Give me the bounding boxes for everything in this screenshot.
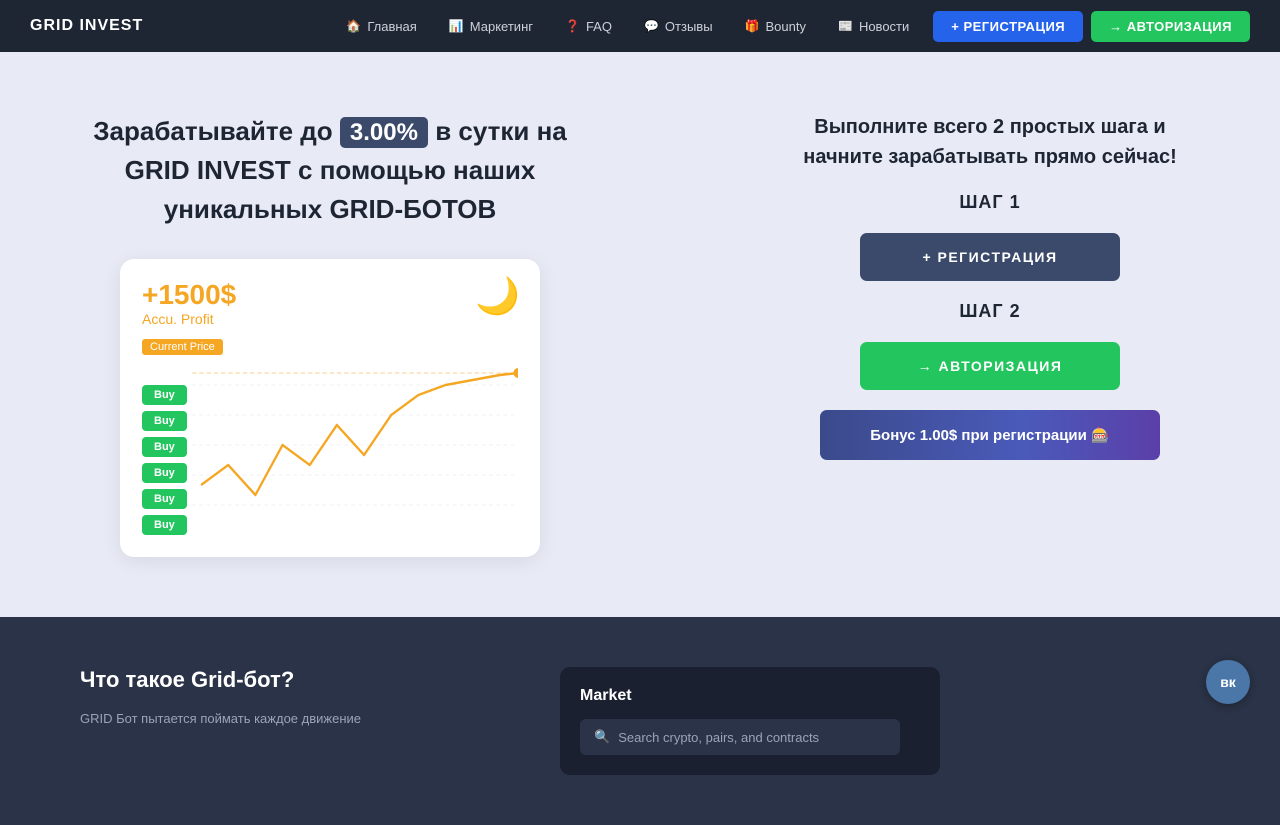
hero-right-title: Выполните всего 2 простых шага и начните… (780, 112, 1200, 172)
hero-title: Зарабатывайте до 3.00% в сутки на GRID I… (80, 112, 580, 229)
nav-reviews[interactable]: 💬 Отзывы (630, 13, 727, 40)
buy-button-6[interactable]: Buy (142, 515, 187, 535)
buy-button-2[interactable]: Buy (142, 411, 187, 431)
nav-register-button[interactable]: + РЕГИСТРАЦИЯ (933, 11, 1083, 42)
price-chart (192, 365, 518, 525)
moon-icon: 🌙 (475, 275, 520, 317)
navbar: GRID INVEST 🏠 Главная 📊 Маркетинг ❓ FAQ … (0, 0, 1280, 52)
card-profit-label: Accu. Profit (142, 311, 518, 327)
card-profit: +1500$ (142, 279, 518, 311)
vk-button[interactable]: вк (1206, 660, 1250, 704)
hero-left: Зарабатывайте до 3.00% в сутки на GRID I… (80, 112, 580, 557)
bottom-section: Что такое Grid-бот? GRID Бот пытается по… (0, 617, 1280, 825)
hero-section: Зарабатывайте до 3.00% в сутки на GRID I… (0, 52, 1280, 617)
bottom-desc: GRID Бот пытается поймать каждое движени… (80, 709, 480, 730)
chart-area: Buy Buy Buy Buy Buy Buy (142, 365, 518, 525)
reviews-icon: 💬 (644, 19, 659, 33)
buy-button-5[interactable]: Buy (142, 489, 187, 509)
market-card: Market 🔍 Search crypto, pairs, and contr… (560, 667, 940, 775)
step1-label: ШАГ 1 (959, 192, 1020, 213)
nav-links: 🏠 Главная 📊 Маркетинг ❓ FAQ 💬 Отзывы 🎁 B… (332, 13, 923, 40)
step2-label: ШАГ 2 (959, 301, 1020, 322)
home-icon: 🏠 (346, 19, 361, 33)
nav-marketing[interactable]: 📊 Маркетинг (435, 13, 547, 40)
bonus-button[interactable]: Бонус 1.00$ при регистрации 🎰 (820, 410, 1160, 460)
trading-card: +1500$ Accu. Profit 🌙 Current Price Buy … (120, 259, 540, 557)
market-title: Market (580, 687, 920, 705)
search-icon: 🔍 (594, 729, 610, 745)
buy-button-4[interactable]: Buy (142, 463, 187, 483)
bottom-right: Market 🔍 Search crypto, pairs, and contr… (560, 667, 940, 775)
current-price-label: Current Price (142, 339, 223, 355)
faq-icon: ❓ (565, 19, 580, 33)
market-search-container: 🔍 Search crypto, pairs, and contracts (580, 719, 900, 755)
bounty-icon: 🎁 (745, 19, 760, 33)
site-logo: GRID INVEST (30, 17, 143, 35)
news-icon: 📰 (838, 19, 853, 33)
bottom-left: Что такое Grid-бот? GRID Бот пытается по… (80, 667, 480, 730)
nav-news[interactable]: 📰 Новости (824, 13, 923, 40)
nav-home[interactable]: 🏠 Главная (332, 13, 430, 40)
step2-auth-button[interactable]: → АВТОРИЗАЦИЯ (860, 342, 1120, 390)
bottom-title: Что такое Grid-бот? (80, 667, 480, 693)
hero-right: Выполните всего 2 простых шага и начните… (780, 112, 1200, 460)
buy-button-3[interactable]: Buy (142, 437, 187, 457)
nav-auth-button[interactable]: → АВТОРИЗАЦИЯ (1091, 11, 1250, 42)
nav-faq[interactable]: ❓ FAQ (551, 13, 626, 40)
market-search-placeholder: Search crypto, pairs, and contracts (618, 730, 819, 745)
marketing-icon: 📊 (449, 19, 464, 33)
buy-buttons: Buy Buy Buy Buy Buy Buy (142, 385, 187, 535)
step1-register-button[interactable]: + РЕГИСТРАЦИЯ (860, 233, 1120, 281)
nav-bounty[interactable]: 🎁 Bounty (731, 13, 820, 40)
buy-button-1[interactable]: Buy (142, 385, 187, 405)
hero-highlight: 3.00% (340, 117, 428, 148)
